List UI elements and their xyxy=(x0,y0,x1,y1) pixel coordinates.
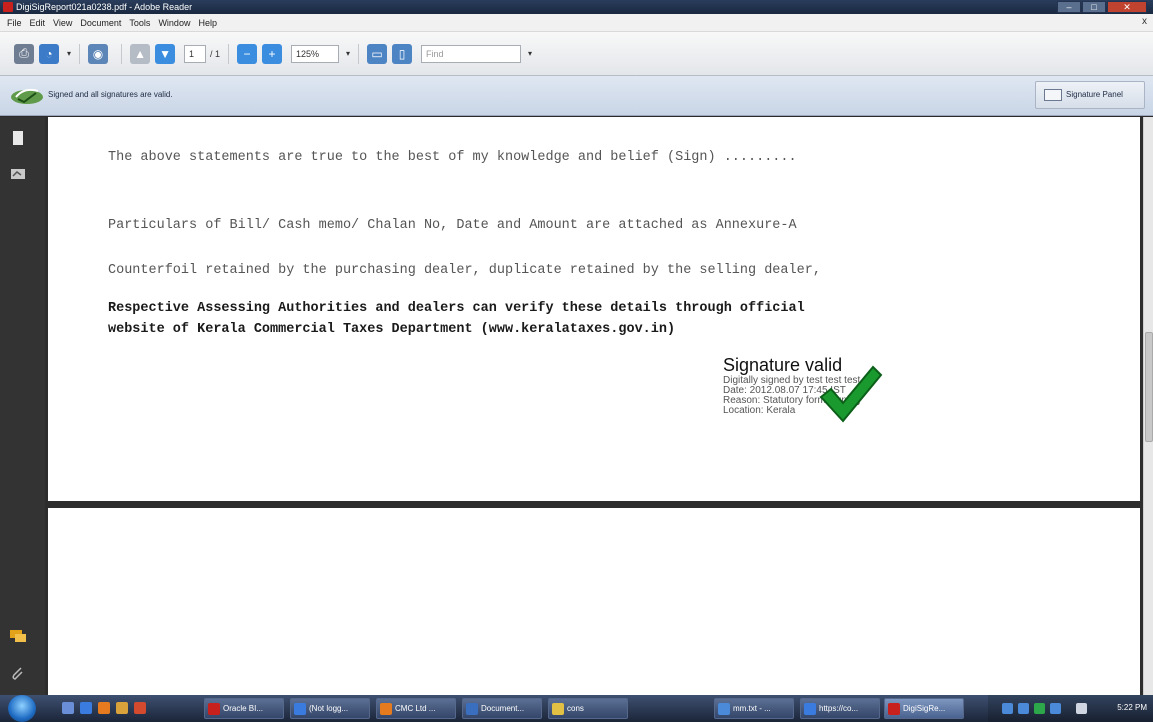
minimize-button[interactable]: – xyxy=(1057,1,1081,13)
taskbar-button-label: Document... xyxy=(481,704,525,713)
find-dropdown-icon[interactable]: ▾ xyxy=(528,49,532,58)
adobe-task-icon xyxy=(888,703,900,715)
taskbar-button-label: mm.txt - ... xyxy=(733,704,771,713)
taskbar-button[interactable]: Document... xyxy=(462,698,542,719)
toolbar-separator xyxy=(358,43,360,64)
taskbar-button[interactable]: cons xyxy=(548,698,628,719)
pdf-page-2 xyxy=(48,508,1140,695)
window-title: DigiSigReport021a0238.pdf - Adobe Reader xyxy=(16,2,193,12)
navigation-pane xyxy=(0,117,45,695)
fit-page-icon[interactable]: ▯ xyxy=(392,43,413,64)
particulars-line: Particulars of Bill/ Cash memo/ Chalan N… xyxy=(108,218,797,233)
show-desktop-icon[interactable] xyxy=(62,702,74,714)
firefox-task-icon xyxy=(380,703,392,715)
zoom-out-icon[interactable]: − xyxy=(237,43,258,64)
scrollbar-thumb[interactable] xyxy=(1145,332,1153,442)
menu-file[interactable]: File xyxy=(3,18,26,28)
zoom-in-icon[interactable]: + xyxy=(262,43,283,64)
close-button[interactable]: ✕ xyxy=(1107,1,1147,13)
start-button[interactable] xyxy=(8,695,36,722)
taskbar-button-label: DigiSigRe... xyxy=(903,704,946,713)
notepad-icon xyxy=(718,703,730,715)
taskbar-button-label: cons xyxy=(567,704,584,713)
previous-page-icon[interactable]: ▲ xyxy=(130,43,151,64)
statement-line: The above statements are true to the bes… xyxy=(108,150,797,165)
signature-panel-label: Signature Panel xyxy=(1066,90,1123,99)
close-document-button[interactable]: x xyxy=(1142,16,1147,27)
taskbar-button-label: CMC Ltd ... xyxy=(395,704,436,713)
taskbar-button-active[interactable]: DigiSigRe... xyxy=(884,698,964,719)
word-icon xyxy=(466,703,478,715)
tray-status-icon[interactable] xyxy=(1034,703,1045,714)
adobe-reader-icon xyxy=(3,2,13,12)
menu-view[interactable]: View xyxy=(49,18,76,28)
menu-document[interactable]: Document xyxy=(76,18,125,28)
ie-task-icon xyxy=(804,703,816,715)
page-total-label: / 1 xyxy=(210,48,221,59)
adobe-reader-window: DigiSigReport021a0238.pdf - Adobe Reader… xyxy=(0,0,1153,722)
zoom-select[interactable]: 125% xyxy=(291,44,340,63)
comments-icon[interactable] xyxy=(9,627,27,645)
share-icon[interactable]: ◔ xyxy=(39,43,59,64)
menu-tools[interactable]: Tools xyxy=(125,18,154,28)
browser-icon xyxy=(294,703,306,715)
toolbar: ⎙ ◔ ▾ ◉ ▲ ▼ 1 / 1 − + 125% ▾ ▭ ▯ Find ▾ xyxy=(0,32,1153,76)
app-quicklaunch-icon[interactable] xyxy=(134,702,146,714)
find-input[interactable]: Find xyxy=(421,44,522,63)
toolbar-separator xyxy=(121,43,123,64)
signature-pen-icon xyxy=(1044,89,1062,101)
fit-width-icon[interactable]: ▭ xyxy=(367,43,388,64)
taskbar-button[interactable]: CMC Ltd ... xyxy=(376,698,456,719)
print-icon[interactable]: ⎙ xyxy=(14,43,34,64)
tray-monitor-icon[interactable] xyxy=(1050,703,1061,714)
pdf-page-1: The above statements are true to the bes… xyxy=(48,117,1140,501)
folder-task-icon xyxy=(552,703,564,715)
document-view[interactable]: The above statements are true to the bes… xyxy=(45,117,1143,695)
counterfoil-line: Counterfoil retained by the purchasing d… xyxy=(108,263,821,278)
signatures-icon[interactable] xyxy=(9,165,27,183)
next-page-icon[interactable]: ▼ xyxy=(155,43,176,64)
volume-icon[interactable] xyxy=(1076,703,1087,714)
menu-edit[interactable]: Edit xyxy=(26,18,50,28)
system-tray: 5:22 PM xyxy=(988,695,1153,722)
taskbar-button-label: (Not logg... xyxy=(309,704,349,713)
taskbar-button[interactable]: (Not logg... xyxy=(290,698,370,719)
signature-valid-icon xyxy=(11,88,43,104)
folder-icon[interactable] xyxy=(116,702,128,714)
tray-app-icon[interactable] xyxy=(1018,703,1029,714)
oracle-icon xyxy=(208,703,220,715)
attachments-icon[interactable] xyxy=(9,665,27,683)
system-clock[interactable]: 5:22 PM xyxy=(1117,703,1147,712)
green-checkmark-icon xyxy=(819,365,883,423)
document-message-bar: Signed and all signatures are valid. Sig… xyxy=(0,76,1153,116)
menu-bar: File Edit View Document Tools Window Hel… xyxy=(0,14,1153,32)
verify-line-1: Respective Assessing Authorities and dea… xyxy=(108,301,805,316)
taskbar-button[interactable]: Oracle BI... xyxy=(204,698,284,719)
taskbar-button-label: Oracle BI... xyxy=(223,704,264,713)
toolbar-separator xyxy=(79,43,81,64)
share-dropdown-icon[interactable]: ▾ xyxy=(67,49,71,58)
signature-panel-button[interactable]: Signature Panel xyxy=(1035,81,1145,109)
vertical-scrollbar[interactable] xyxy=(1143,117,1153,695)
windows-taskbar: Oracle BI... (Not logg... CMC Ltd ... Do… xyxy=(0,695,1153,722)
maximize-button[interactable]: □ xyxy=(1082,1,1106,13)
pages-icon[interactable] xyxy=(9,129,27,147)
zoom-dropdown-icon[interactable]: ▾ xyxy=(346,49,350,58)
verify-line-2: website of Kerala Commercial Taxes Depar… xyxy=(108,322,676,337)
taskbar-button[interactable]: https://co... xyxy=(800,698,880,719)
signature-field[interactable]: Signature valid Digitally signed by test… xyxy=(723,355,923,435)
title-bar: DigiSigReport021a0238.pdf - Adobe Reader… xyxy=(0,0,1153,14)
signature-status-text: Signed and all signatures are valid. xyxy=(48,90,173,99)
taskbar-button[interactable]: mm.txt - ... xyxy=(714,698,794,719)
page-number-input[interactable]: 1 xyxy=(184,44,207,63)
ie-icon[interactable] xyxy=(80,702,92,714)
menu-window[interactable]: Window xyxy=(154,18,194,28)
network-icon[interactable] xyxy=(1002,703,1013,714)
firefox-icon[interactable] xyxy=(98,702,110,714)
taskbar-button-label: https://co... xyxy=(819,704,859,713)
window-controls: – □ ✕ xyxy=(1057,1,1147,13)
toolbar-separator xyxy=(228,43,230,64)
collaborate-icon[interactable]: ◉ xyxy=(88,43,109,64)
menu-help[interactable]: Help xyxy=(194,18,221,28)
